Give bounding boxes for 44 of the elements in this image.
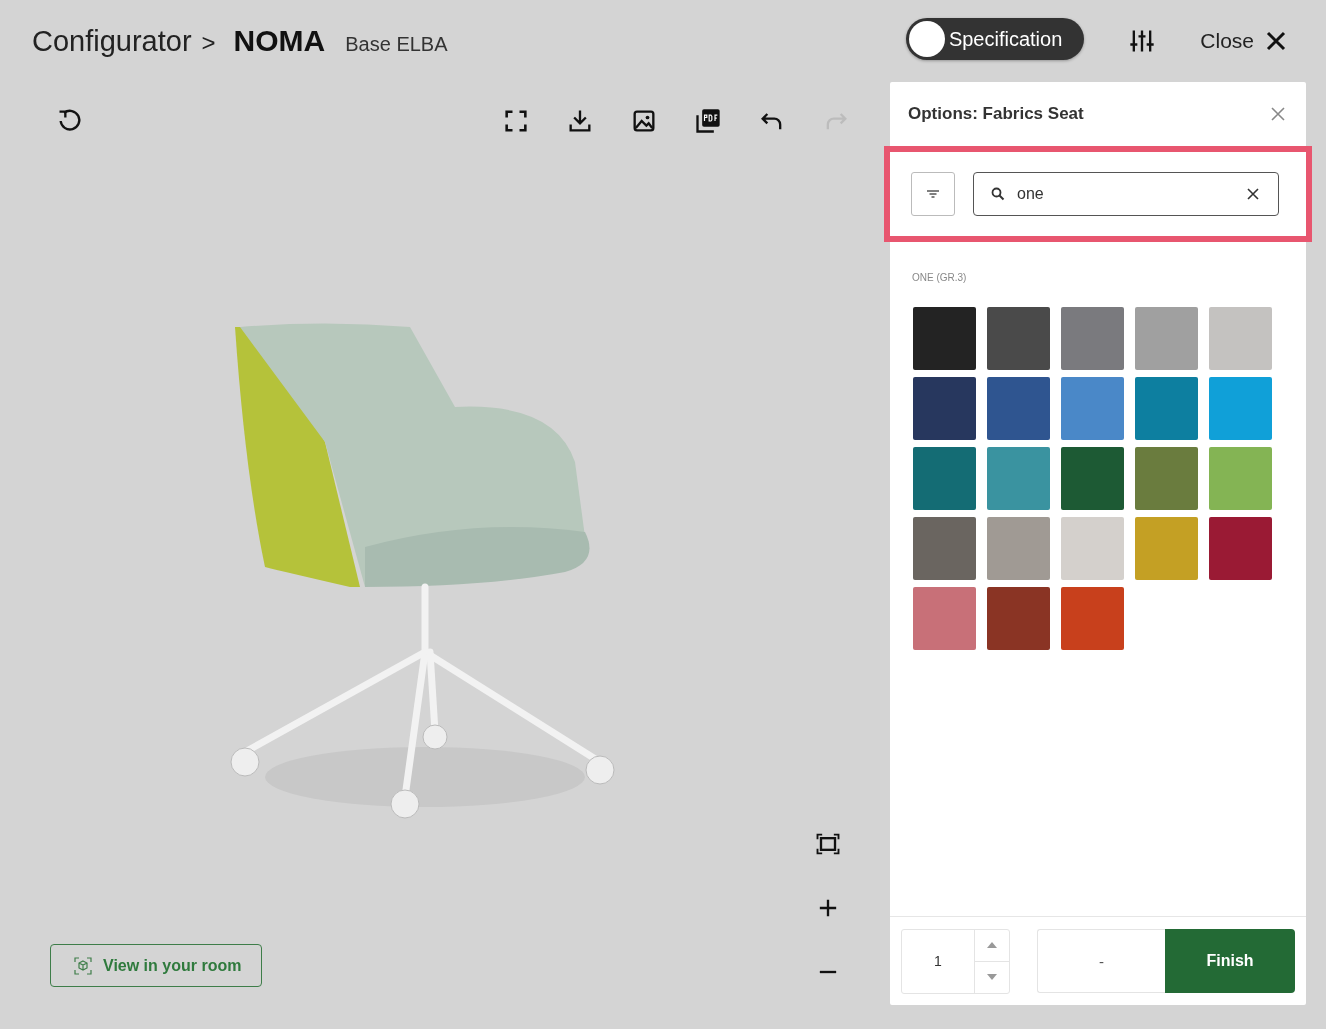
cube-scan-icon (73, 955, 93, 976)
search-icon (991, 187, 1005, 201)
group-label: ONE (GR.3) (911, 271, 968, 283)
view-in-room-button[interactable]: View in your room (50, 944, 263, 987)
fabric-swatch[interactable] (1135, 517, 1198, 580)
specification-toggle[interactable]: Specification (905, 18, 1085, 60)
fabric-swatch[interactable] (1209, 447, 1272, 510)
fabric-swatch[interactable] (1061, 517, 1124, 580)
fabric-swatch[interactable] (913, 307, 976, 370)
finish-button[interactable]: Finish (1165, 929, 1295, 993)
breadcrumb-link[interactable]: Configurator (32, 25, 192, 58)
filter-button[interactable] (911, 172, 955, 216)
fabric-swatch[interactable] (1061, 587, 1124, 650)
fabric-swatch[interactable] (1135, 377, 1198, 440)
quantity-field[interactable]: 1 (901, 928, 1010, 994)
product-variant: Base ELBA (345, 33, 448, 56)
panel-title: Options: Fabrics Seat (908, 104, 1084, 124)
product-name: NOMA (233, 24, 326, 58)
fabric-swatch[interactable] (913, 447, 976, 510)
fabric-swatch[interactable] (987, 517, 1050, 580)
fabric-swatch[interactable] (913, 587, 976, 650)
fabric-swatch[interactable] (1061, 377, 1124, 440)
fabric-swatch[interactable] (1061, 307, 1124, 370)
fabric-swatch[interactable] (987, 447, 1050, 510)
fabric-swatch[interactable] (1209, 377, 1272, 440)
close-icon (1266, 31, 1286, 51)
fabric-swatch[interactable] (1135, 307, 1198, 370)
pdf-icon[interactable] (694, 107, 722, 135)
fabric-swatch[interactable] (1061, 447, 1124, 510)
fabric-swatch[interactable] (913, 517, 976, 580)
close-icon[interactable] (1270, 106, 1286, 122)
fabric-swatch[interactable] (987, 377, 1050, 440)
breadcrumb-separator: > (201, 29, 216, 57)
fabric-swatch[interactable] (1209, 307, 1272, 370)
fullscreen-icon[interactable] (502, 107, 530, 135)
close-button[interactable]: Close (1200, 29, 1286, 53)
filter-icon (926, 189, 940, 199)
search-field[interactable]: one (973, 172, 1279, 216)
fabric-swatch[interactable] (1135, 447, 1198, 510)
fabric-swatch[interactable] (987, 587, 1050, 650)
fabric-swatch[interactable] (913, 377, 976, 440)
clear-icon[interactable] (1247, 188, 1259, 200)
fabric-swatch[interactable] (987, 307, 1050, 370)
fabric-swatch[interactable] (1209, 517, 1272, 580)
